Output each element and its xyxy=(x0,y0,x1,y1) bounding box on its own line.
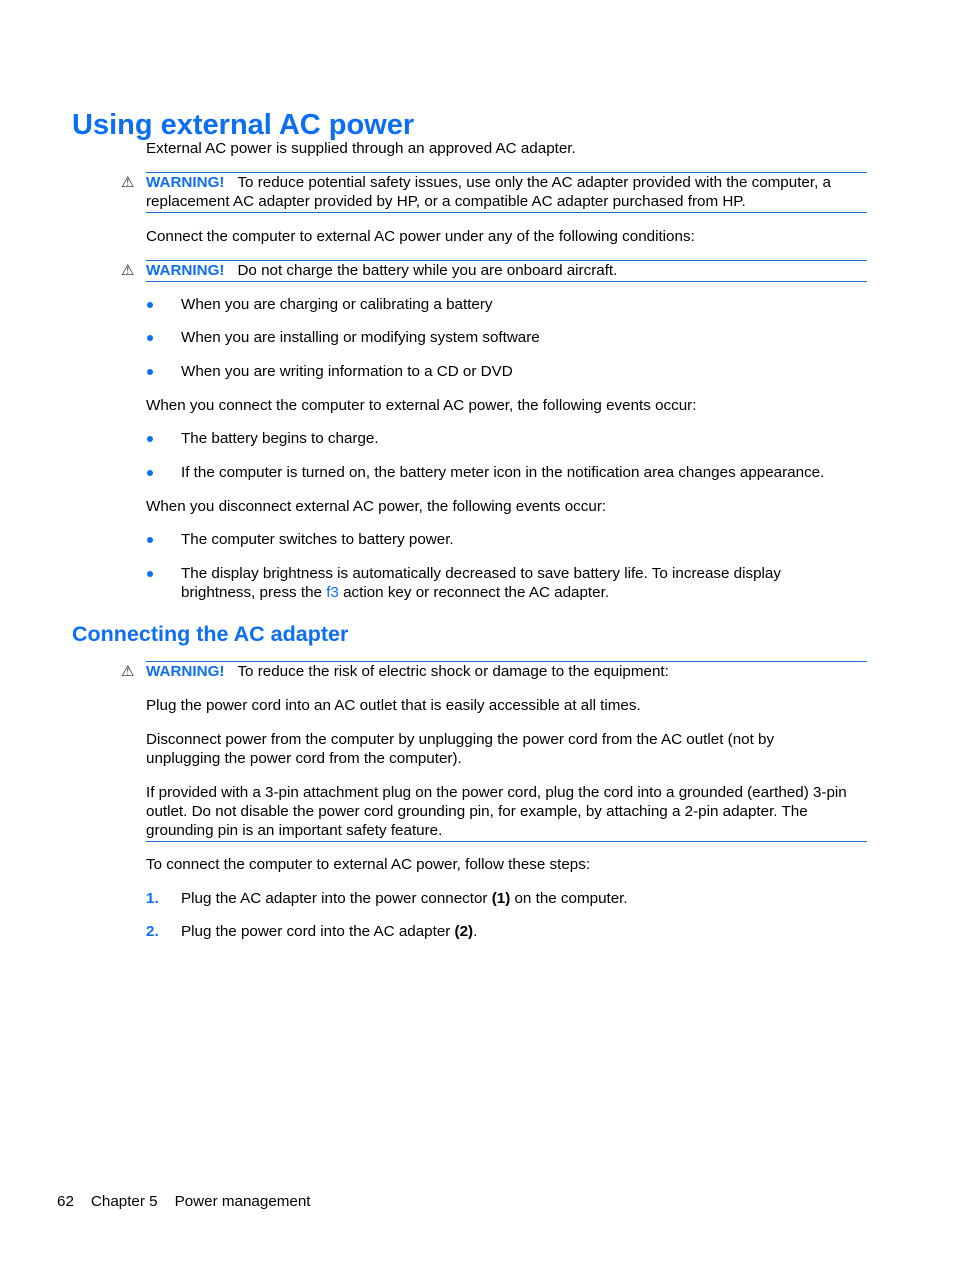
conditions-intro: Connect the computer to external AC powe… xyxy=(146,228,695,245)
warning-aircraft: ⚠ WARNING! Do not charge the battery whil… xyxy=(121,260,867,282)
warning-text: To reduce the risk of electric shock or … xyxy=(237,663,669,680)
step-text: Plug the power cord into the AC adapter xyxy=(181,923,455,940)
bullet-icon xyxy=(147,436,153,442)
disconnect-intro: When you disconnect external AC power, t… xyxy=(146,498,607,515)
callout-ref: (2) xyxy=(454,923,474,940)
list-item-text: action key or reconnect the AC adapter. xyxy=(338,584,610,601)
step-number: 2. xyxy=(146,923,159,940)
intro-paragraph: External AC power is supplied through an… xyxy=(146,140,576,157)
bullet-icon xyxy=(147,537,153,543)
warning-label: WARNING! xyxy=(146,174,225,191)
callout-ref: (1) xyxy=(491,890,511,907)
step-item: 1. Plug the AC adapter into the power co… xyxy=(146,889,871,908)
list-item: If the computer is turned on, the batter… xyxy=(147,463,871,482)
step-text: on the computer. xyxy=(510,890,628,907)
warning-text: Do not charge the battery while you are … xyxy=(237,262,618,279)
bullet-icon xyxy=(147,470,153,476)
step-number: 1. xyxy=(146,890,159,907)
chapter-label: Chapter 5 xyxy=(90,1193,158,1210)
warning-text: To reduce potential safety issues, use o… xyxy=(146,174,831,210)
warning-label: WARNING! xyxy=(146,663,225,680)
list-item-text: The computer switches to battery power. xyxy=(181,531,454,548)
list-item: The display brightness is automatically … xyxy=(147,564,831,602)
section-title: Connecting the AC adapter xyxy=(72,622,349,646)
bullet-icon xyxy=(147,302,153,308)
step-text: . xyxy=(473,923,478,940)
list-item: When you are installing or modifying sys… xyxy=(147,328,871,347)
list-item-text: When you are charging or calibrating a b… xyxy=(181,296,493,313)
steps-intro: To connect the computer to external AC p… xyxy=(146,856,591,873)
page-title: Using external AC power xyxy=(72,109,415,142)
step-item: 2. Plug the power cord into the AC adapt… xyxy=(146,922,871,941)
list-item: The battery begins to charge. xyxy=(147,429,871,448)
warning-icon: ⚠ xyxy=(121,262,135,279)
list-item-text: When you are installing or modifying sys… xyxy=(181,329,540,346)
warning-shock: ⚠ WARNING! To reduce the risk of electric… xyxy=(121,661,867,682)
list-item-text: The battery begins to charge. xyxy=(181,430,379,447)
list-item: When you are writing information to a CD… xyxy=(147,362,871,381)
page-footer: 62 Chapter 5 Power management xyxy=(57,1193,311,1210)
list-item-text: When you are writing information to a CD… xyxy=(181,363,513,380)
step-text: Plug the AC adapter into the power conne… xyxy=(181,890,492,907)
warning-bottom-rule xyxy=(146,841,867,842)
warning-icon: ⚠ xyxy=(121,174,135,191)
list-item: When you are charging or calibrating a b… xyxy=(147,295,871,314)
warning-adapter: ⚠ WARNING! To reduce potential safety iss… xyxy=(121,172,867,213)
chapter-title: Power management xyxy=(174,1193,311,1210)
warning-paragraph: Disconnect power from the computer by un… xyxy=(146,731,775,767)
bullet-icon xyxy=(147,335,153,341)
connect-intro: When you connect the computer to externa… xyxy=(146,397,697,414)
bullet-icon xyxy=(147,571,153,577)
warning-icon: ⚠ xyxy=(121,663,135,680)
page-number: 62 xyxy=(57,1193,74,1210)
f3-key-link[interactable]: f3 xyxy=(326,584,339,601)
list-item-text: If the computer is turned on, the batter… xyxy=(181,464,825,481)
warning-paragraph: If provided with a 3-pin attachment plug… xyxy=(146,784,847,839)
warning-label: WARNING! xyxy=(146,262,225,279)
warning-paragraph: Plug the power cord into an AC outlet th… xyxy=(146,697,641,714)
list-item: The computer switches to battery power. xyxy=(147,530,871,549)
bullet-icon xyxy=(147,369,153,375)
